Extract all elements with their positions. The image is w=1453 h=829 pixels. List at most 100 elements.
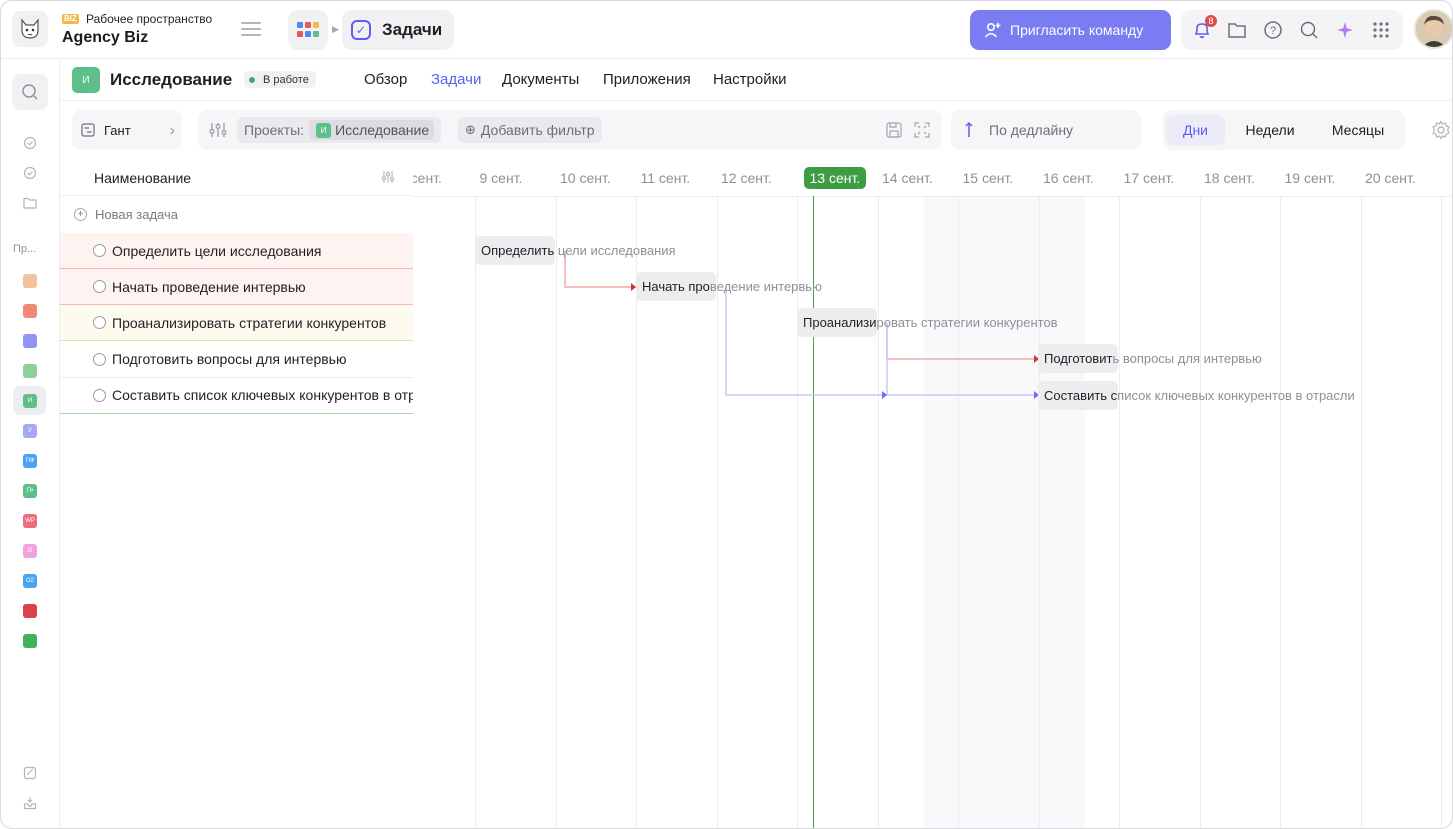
- task-status-circle-icon[interactable]: [93, 388, 106, 402]
- notifications-button[interactable]: 8: [1191, 15, 1217, 41]
- gear-icon[interactable]: [1431, 120, 1451, 140]
- column-settings-icon[interactable]: [381, 170, 395, 184]
- rail-my-tasks[interactable]: [23, 136, 37, 150]
- workspace-name[interactable]: Agency Biz: [62, 29, 148, 47]
- dependency-links: [564, 251, 1039, 399]
- new-task-button[interactable]: + Новая задача: [60, 196, 413, 232]
- gantt-bar-label-start: Определить: [481, 243, 555, 258]
- rail-project-13[interactable]: [23, 634, 37, 648]
- gantt-bar-label-start: Проанализи: [803, 315, 877, 330]
- task-row[interactable]: Подготовить вопросы для интервью: [60, 341, 413, 378]
- scale-months[interactable]: Месяцы: [1318, 115, 1398, 145]
- ai-button[interactable]: [1334, 19, 1356, 41]
- scale-weeks[interactable]: Недели: [1233, 115, 1307, 145]
- check-circle-icon: [23, 136, 37, 150]
- task-name: Проанализировать стратегии конкурентов: [112, 314, 387, 331]
- project-status-label: В работе: [263, 73, 309, 86]
- gantt-bar-label: Начать проведение интервью: [642, 279, 822, 294]
- filter-value-label: Исследование: [335, 122, 430, 138]
- task-check-icon: ✓: [351, 20, 371, 40]
- rail-documents[interactable]: [23, 196, 37, 210]
- more-apps-button[interactable]: [1370, 19, 1392, 41]
- user-avatar[interactable]: [1414, 9, 1452, 49]
- sort-label: По дедлайну: [989, 122, 1074, 138]
- rail-project-6[interactable]: У: [23, 424, 37, 438]
- chevron-right-icon: ›: [169, 121, 175, 139]
- dependency-link: [725, 287, 1039, 396]
- app-logo[interactable]: [12, 11, 48, 47]
- task-row[interactable]: Составить список ключевых конкурентов в …: [60, 377, 413, 414]
- add-filter-button[interactable]: ⊕ Добавить фильтр: [458, 117, 602, 143]
- rail-all-tasks[interactable]: [23, 166, 37, 180]
- rail-project-7[interactable]: ПФ: [23, 454, 37, 468]
- rail-project-12[interactable]: [23, 604, 37, 618]
- dots-grid-icon: [1373, 22, 1389, 38]
- task-status-circle-icon[interactable]: [93, 280, 106, 294]
- rail-inbox[interactable]: [23, 796, 37, 810]
- task-status-circle-icon[interactable]: [93, 244, 106, 257]
- task-row[interactable]: Проанализировать стратегии конкурентов: [60, 305, 413, 342]
- search-icon: [22, 84, 38, 100]
- rail-project-10[interactable]: D: [23, 544, 37, 558]
- tab-apps[interactable]: Приложения: [603, 71, 691, 88]
- app-window: BIZ Рабочее пространство Agency Biz ▶ ✓ …: [0, 0, 1453, 829]
- tab-settings[interactable]: Настройки: [713, 71, 787, 88]
- expand-icon[interactable]: [914, 122, 930, 138]
- project-status-badge[interactable]: В работе: [244, 71, 316, 88]
- left-rail: Пр... И У ПФ П• WP D O2: [1, 59, 60, 828]
- rail-project-11[interactable]: O2: [23, 574, 37, 588]
- task-status-circle-icon[interactable]: [93, 352, 106, 366]
- tab-documents[interactable]: Документы: [502, 71, 579, 88]
- sort-arrows-icon: [965, 121, 973, 137]
- project-filter-chip[interactable]: Проекты: И Исследование: [237, 117, 442, 143]
- apps-grid-button[interactable]: [288, 10, 328, 50]
- search-button[interactable]: [1298, 19, 1320, 41]
- files-button[interactable]: [1226, 19, 1248, 41]
- rail-search-button[interactable]: [12, 74, 48, 110]
- rail-project-4[interactable]: [23, 364, 37, 378]
- tab-overview[interactable]: Обзор: [364, 71, 407, 88]
- project-title[interactable]: Исследование: [110, 70, 232, 90]
- column-name-header[interactable]: Наименование: [94, 170, 191, 186]
- breadcrumb-current: Задачи: [382, 20, 443, 39]
- sort-selector[interactable]: По дедлайну: [951, 110, 1141, 150]
- rail-project-3[interactable]: [23, 334, 37, 348]
- top-bar: BIZ Рабочее пространство Agency Biz ▶ ✓ …: [1, 1, 1452, 59]
- status-dot: [249, 76, 255, 83]
- view-selector[interactable]: Гант ›: [72, 110, 182, 150]
- svg-text:?: ?: [1270, 25, 1276, 37]
- save-icon[interactable]: [886, 122, 902, 138]
- plus-icon: +: [74, 207, 87, 221]
- search-icon: [1300, 21, 1318, 39]
- rail-project-1[interactable]: [23, 274, 37, 288]
- check-circle-icon: [23, 166, 37, 180]
- task-status-circle-icon[interactable]: [93, 316, 106, 330]
- folder-icon: [23, 197, 37, 209]
- filter-project-icon: И: [316, 122, 332, 138]
- rail-archive[interactable]: [23, 766, 37, 780]
- folder-icon: [1228, 23, 1246, 38]
- task-list-header: Наименование: [60, 160, 413, 196]
- sparkle-icon: [1337, 22, 1353, 38]
- task-row[interactable]: Определить цели исследования: [60, 233, 413, 269]
- invite-label: Пригласить команду: [1010, 22, 1144, 38]
- invite-team-button[interactable]: Пригласить команду: [970, 10, 1171, 50]
- help-icon: ?: [1264, 21, 1282, 39]
- rail-project-5[interactable]: И: [23, 394, 37, 408]
- rail-project-8[interactable]: П•: [23, 484, 37, 498]
- task-row[interactable]: Начать проведение интервью: [60, 269, 413, 306]
- menu-icon[interactable]: [241, 22, 261, 36]
- user-face-icon: [1416, 11, 1452, 47]
- filter-sliders-icon[interactable]: [209, 121, 227, 139]
- time-scale-switch: Дни Недели Месяцы: [1163, 110, 1405, 150]
- rail-project-2[interactable]: [23, 304, 37, 318]
- breadcrumb-tasks[interactable]: ✓ Задачи: [342, 10, 454, 50]
- rail-project-9[interactable]: WP: [23, 514, 37, 528]
- task-name: Определить цели исследования: [112, 242, 322, 259]
- help-button[interactable]: ?: [1262, 19, 1284, 41]
- workspace-label: Рабочее пространство: [86, 12, 213, 26]
- gantt-bar-label-start: Подготовит: [1044, 351, 1113, 366]
- tab-tasks[interactable]: Задачи: [431, 71, 481, 88]
- gantt-bar-label: Подготовить вопросы для интервью: [1044, 351, 1262, 366]
- scale-days[interactable]: Дни: [1166, 115, 1225, 145]
